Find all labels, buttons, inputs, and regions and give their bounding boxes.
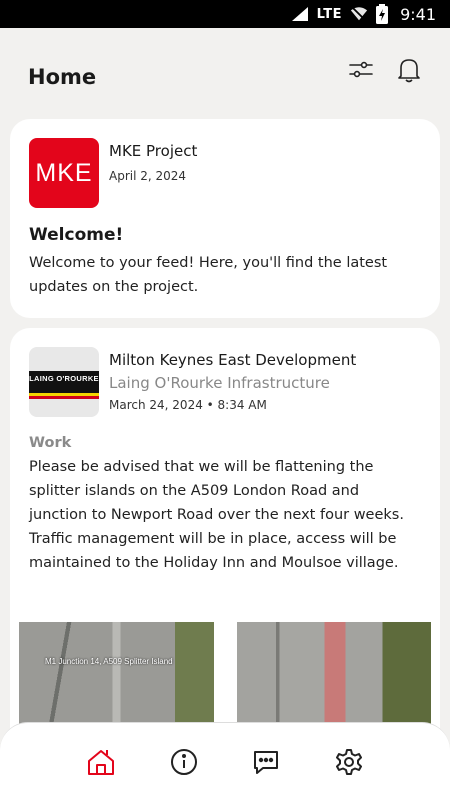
nav-info[interactable] (167, 745, 201, 779)
battery-charging-icon (376, 4, 389, 24)
post-category: Work (29, 435, 72, 451)
post-organisation: Laing O'Rourke Infrastructure (109, 374, 330, 392)
wifi-off-icon (350, 7, 368, 21)
post-date: March 24, 2024 • 8:34 AM (109, 398, 267, 412)
image-caption: M1 Junction 14, A509 Splitter Island (45, 657, 173, 666)
post-date: April 2, 2024 (109, 169, 187, 183)
post-body: Welcome to your feed! Here, you'll find … (29, 255, 388, 295)
nav-chat[interactable] (249, 745, 283, 779)
post-title: Welcome! (29, 225, 124, 245)
laing-orourke-logo: LAING O'ROURKE (29, 347, 99, 417)
header: Home (0, 28, 450, 120)
bell-icon[interactable] (396, 57, 422, 83)
settings-icon (335, 748, 362, 775)
status-bar: LTE 9:41 (0, 0, 450, 28)
clock: 9:41 (400, 4, 436, 24)
filter-sliders-icon[interactable] (348, 57, 374, 83)
nav-home[interactable] (84, 745, 118, 779)
home-icon (88, 749, 115, 775)
chat-icon (254, 750, 279, 774)
bottom-nav (0, 722, 450, 800)
post-body: Please be advised that we will be flatte… (29, 459, 404, 571)
signal-icon (291, 7, 308, 21)
nav-settings[interactable] (332, 745, 366, 779)
post-card[interactable]: MKE MKE Project April 2, 2024 Welcome! W… (10, 119, 440, 318)
info-icon (170, 748, 197, 775)
post-author: Milton Keynes East Development (109, 351, 357, 369)
page-title: Home (28, 65, 97, 89)
mke-logo: MKE (29, 138, 99, 208)
network-type: LTE (316, 6, 343, 22)
post-author: MKE Project (109, 142, 198, 160)
post-card[interactable]: LAING O'ROURKE Milton Keynes East Develo… (10, 328, 440, 748)
